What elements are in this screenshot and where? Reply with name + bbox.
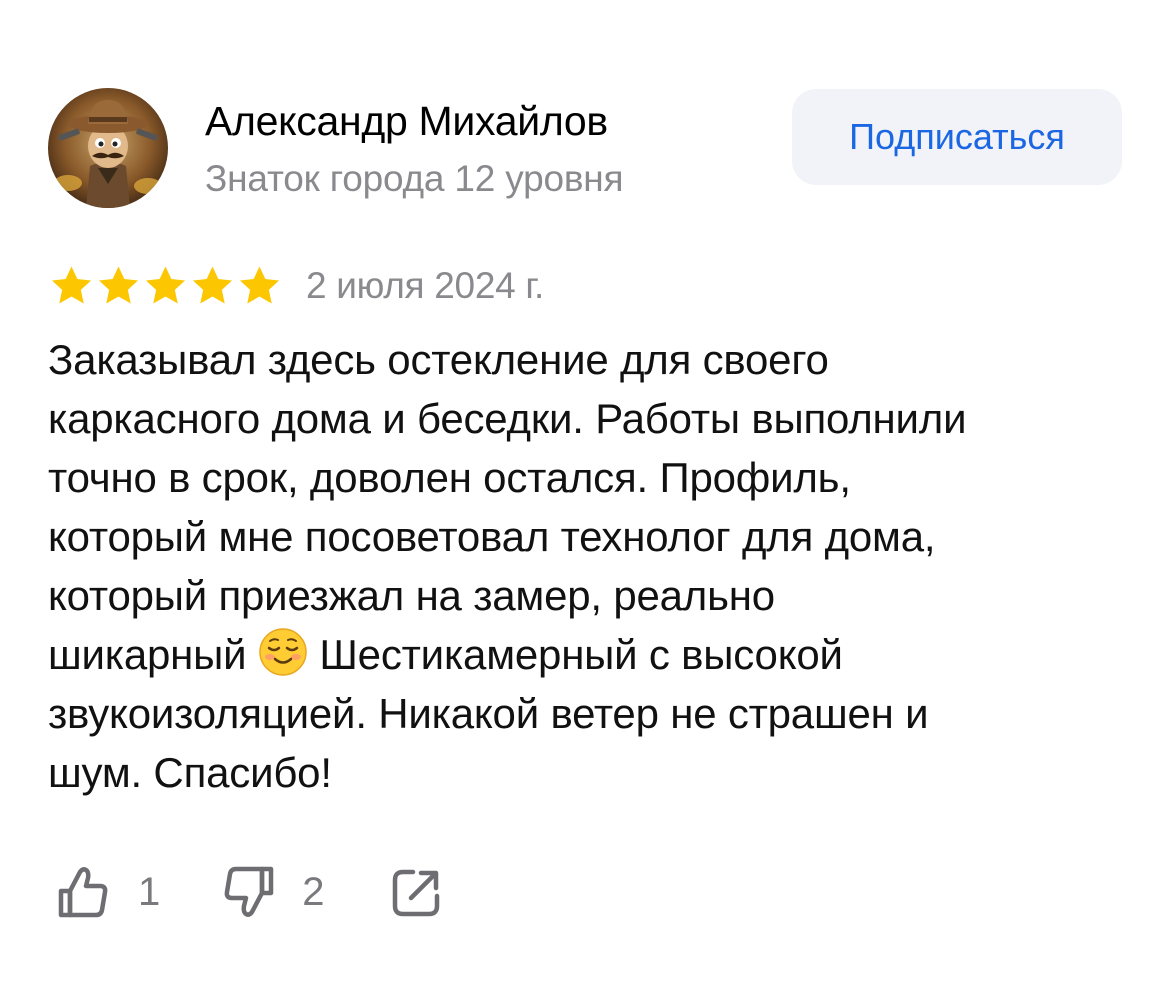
star-icon (239, 266, 280, 304)
dislike-count: 2 (302, 869, 325, 914)
star-icon (192, 266, 233, 304)
share-icon (392, 869, 439, 917)
author-name[interactable]: Александр Михайлов (205, 98, 608, 145)
smiling-face-emoji-icon (259, 628, 307, 676)
star-icon (51, 266, 92, 304)
star-icon (145, 266, 186, 304)
review-text: Заказывал здесь остекление для своего ка… (48, 330, 1128, 802)
review-text-line: шикарный Шестикамерный с высокой (48, 625, 1128, 684)
review-text-line: который приезжал на замер, реально (48, 572, 775, 619)
thumbs-up-icon (58, 867, 108, 918)
star-icon (98, 266, 139, 304)
review-text-line: каркасного дома и беседки. Работы выполн… (48, 395, 967, 442)
like-button[interactable]: 1 (56, 864, 160, 920)
author-level: Знаток города 12 уровня (205, 158, 624, 199)
rating-stars (48, 263, 283, 309)
dislike-button[interactable]: 2 (220, 864, 325, 920)
review-text-segment: Шестикамерный с высокой (319, 631, 843, 678)
like-count: 1 (138, 869, 161, 914)
avatar-image (48, 88, 168, 208)
review-text-line: который мне посоветовал технолог для дом… (48, 513, 936, 560)
share-button[interactable] (389, 864, 445, 920)
thumbs-down-icon (224, 866, 274, 917)
review-text-line: точно в срок, доволен остался. Профиль, (48, 454, 851, 501)
review-text-line: шум. Спасибо! (48, 749, 332, 796)
review-actions: 1 2 (56, 862, 445, 922)
author-avatar[interactable] (48, 88, 168, 208)
review-text-segment: шикарный (48, 631, 247, 678)
review-date: 2 июля 2024 г. (306, 265, 545, 306)
subscribe-button[interactable]: Подписаться (792, 89, 1122, 185)
review-text-line: звукоизоляцией. Никакой ветер не страшен… (48, 690, 929, 737)
review-text-line: Заказывал здесь остекление для своего (48, 336, 829, 383)
